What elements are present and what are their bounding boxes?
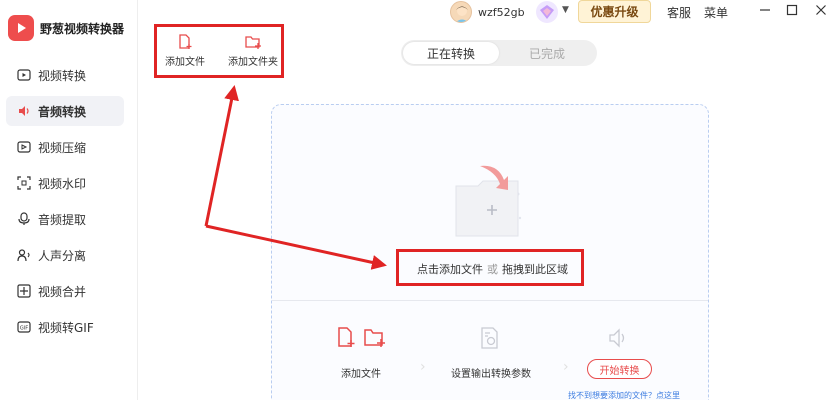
sidebar-item-video-convert[interactable]: 视频转换 bbox=[6, 60, 124, 90]
service-link[interactable]: 客服 bbox=[667, 4, 691, 21]
sidebar-item-label: 视频转换 bbox=[38, 68, 87, 83]
video-compress-icon bbox=[16, 139, 32, 155]
video-to-gif-icon: GIF bbox=[16, 319, 32, 335]
step-arrow-icon: › bbox=[420, 359, 426, 375]
minimize-icon[interactable] bbox=[758, 3, 772, 17]
promo-upgrade-button[interactable]: 优惠升级 bbox=[578, 0, 651, 23]
sidebar: 野葱视频转换器 视频转换 音频转换 视频压缩 视频水印 音频提取 人声分离 视频… bbox=[0, 0, 138, 400]
username: wzf52gb bbox=[478, 5, 525, 19]
tab-completed[interactable]: 已完成 bbox=[499, 42, 595, 64]
annotation-box-drop-hint bbox=[396, 249, 584, 286]
sidebar-item-label: 视频合并 bbox=[38, 284, 87, 299]
vip-dropdown-caret-icon[interactable]: ▼ bbox=[562, 5, 569, 15]
sidebar-nav: 视频转换 音频转换 视频压缩 视频水印 音频提取 人声分离 视频合并 GIF 视… bbox=[0, 60, 138, 348]
video-convert-icon bbox=[16, 67, 32, 83]
start-convert-button[interactable]: 开始转换 bbox=[587, 359, 652, 379]
sidebar-item-audio-extract[interactable]: 音频提取 bbox=[6, 204, 124, 234]
sidebar-item-watermark[interactable]: 视频水印 bbox=[6, 168, 124, 198]
step-arrow-icon: › bbox=[563, 359, 569, 375]
vip-badge-icon[interactable] bbox=[536, 1, 558, 23]
status-tabs: 正在转换 已完成 bbox=[401, 40, 597, 66]
sidebar-item-label: 音频提取 bbox=[38, 212, 87, 227]
sidebar-item-label: 人声分离 bbox=[38, 248, 87, 263]
brand: 野葱视频转换器 bbox=[8, 14, 124, 42]
close-icon[interactable] bbox=[814, 3, 828, 17]
avatar bbox=[450, 1, 472, 23]
app-name: 野葱视频转换器 bbox=[40, 21, 125, 36]
help-link[interactable]: 找不到想要添加的文件？点这里 bbox=[568, 390, 680, 400]
top-bar: wzf52gb ▼ 优惠升级 客服 菜单 bbox=[138, 0, 838, 26]
tab-converting[interactable]: 正在转换 bbox=[403, 42, 499, 64]
svg-text:GIF: GIF bbox=[20, 326, 28, 332]
maximize-icon[interactable] bbox=[785, 3, 799, 17]
sidebar-item-label: 视频水印 bbox=[38, 176, 87, 191]
user-profile[interactable]: wzf52gb bbox=[450, 0, 525, 24]
sidebar-item-audio-convert[interactable]: 音频转换 bbox=[6, 96, 124, 126]
empty-folder-icon[interactable] bbox=[452, 164, 524, 238]
audio-convert-icon bbox=[16, 103, 32, 119]
audio-extract-icon bbox=[16, 211, 32, 227]
step-start-icon bbox=[608, 327, 630, 353]
vocal-separate-icon bbox=[16, 247, 32, 263]
app-logo-icon bbox=[8, 15, 34, 41]
watermark-icon bbox=[16, 175, 32, 191]
step-add-file-icon bbox=[336, 327, 386, 353]
drop-zone-divider bbox=[272, 300, 708, 301]
step-set-params-label: 设置输出转换参数 bbox=[451, 369, 531, 380]
step-add-file-label: 添加文件 bbox=[341, 369, 381, 380]
video-merge-icon bbox=[16, 283, 32, 299]
menu-link[interactable]: 菜单 bbox=[704, 4, 728, 21]
annotation-box-toolbar bbox=[154, 24, 284, 78]
sidebar-item-label: 视频转GIF bbox=[38, 320, 94, 335]
sidebar-item-video-merge[interactable]: 视频合并 bbox=[6, 276, 124, 306]
sidebar-item-label: 视频压缩 bbox=[38, 140, 87, 155]
step-settings-icon bbox=[480, 327, 500, 353]
sidebar-item-label: 音频转换 bbox=[38, 104, 87, 119]
sidebar-item-vocal-separate[interactable]: 人声分离 bbox=[6, 240, 124, 270]
sidebar-item-video-to-gif[interactable]: GIF 视频转GIF bbox=[6, 312, 124, 342]
sidebar-item-video-compress[interactable]: 视频压缩 bbox=[6, 132, 124, 162]
annotation-arrow-up bbox=[204, 85, 239, 227]
